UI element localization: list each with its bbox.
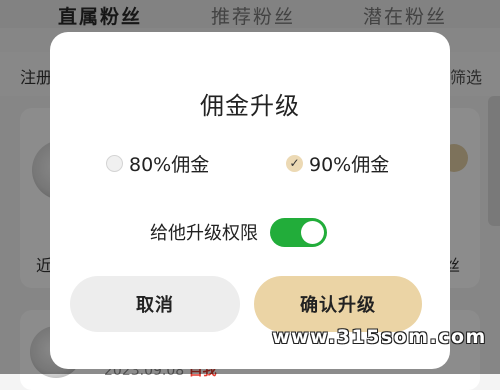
upgrade-permission-row: 给他升级权限: [150, 216, 327, 248]
site-watermark: www.315som.com: [272, 326, 487, 348]
radio-unchecked-icon[interactable]: [106, 154, 123, 172]
upgrade-permission-label: 给他升级权限: [150, 223, 258, 244]
confirm-upgrade-button[interactable]: 确认升级: [254, 276, 422, 332]
commission-upgrade-dialog: 佣金升级 80%佣金 ✓ 90%佣金 给他升级权限 取消 确认升级: [50, 32, 450, 369]
cancel-button[interactable]: 取消: [70, 276, 240, 332]
upgrade-permission-toggle[interactable]: [270, 217, 327, 247]
option-label: 90%佣金: [309, 153, 390, 176]
option-80-commission[interactable]: 80%佣金: [106, 150, 209, 176]
radio-checked-icon[interactable]: ✓: [286, 154, 303, 172]
option-label: 80%佣金: [129, 153, 210, 176]
checkmark-icon: ✓: [289, 156, 300, 170]
toggle-knob: [301, 220, 324, 244]
dialog-title: 佣金升级: [200, 92, 300, 120]
option-90-commission[interactable]: ✓ 90%佣金: [286, 150, 389, 176]
